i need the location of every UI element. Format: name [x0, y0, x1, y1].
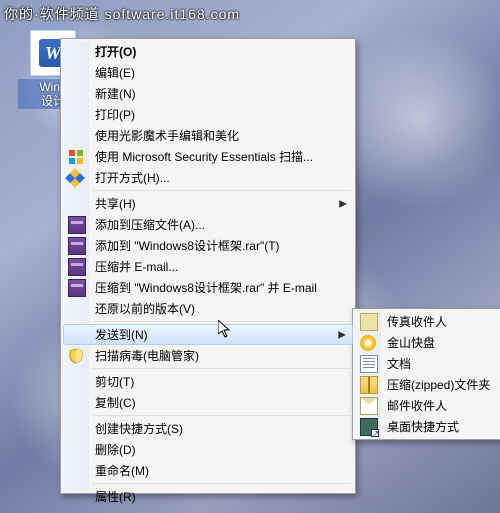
menu-item-label: 属性(R) [95, 488, 136, 505]
menu-item-print[interactable]: 打印(P) [63, 104, 353, 125]
menu-item-label: 剪切(T) [95, 373, 134, 390]
submenu-item-jinshan-disk[interactable]: 金山快盘 [355, 332, 498, 353]
menu-item-new[interactable]: 新建(N) [63, 83, 353, 104]
menu-separator [93, 415, 351, 416]
submenu-arrow-icon: ▶ [338, 329, 346, 340]
menu-item-copy[interactable]: 复制(C) [63, 392, 353, 413]
submenu-item-mail-recipient[interactable]: 邮件收件人 [355, 395, 498, 416]
zip-icon [360, 376, 378, 394]
menu-item-magic-edit[interactable]: 使用光影魔术手编辑和美化 [63, 125, 353, 146]
watermark-url: software.it168.com [105, 6, 241, 22]
submenu-item-label: 压缩(zipped)文件夹 [387, 376, 490, 393]
submenu-item-label: 桌面快捷方式 [387, 418, 459, 435]
menu-item-label: 打印(P) [95, 106, 135, 123]
menu-item-mse-scan[interactable]: 使用 Microsoft Security Essentials 扫描... [63, 146, 353, 167]
shield2-icon [68, 348, 84, 364]
menu-item-label: 删除(D) [95, 441, 136, 458]
submenu-item-desktop-shortcut[interactable]: 桌面快捷方式 [355, 416, 498, 437]
menu-item-rename[interactable]: 重命名(M) [63, 460, 353, 481]
win-icon [68, 149, 84, 165]
watermark-text: 你的·软件频道 [4, 6, 100, 22]
menu-item-scan-virus[interactable]: 扫描病毒(电脑管家) [63, 345, 353, 366]
menu-item-label: 压缩到 "Windows8设计框架.rar" 并 E-mail [95, 279, 317, 296]
menu-item-open[interactable]: 打开(O) [63, 41, 353, 62]
disk-icon [360, 335, 376, 351]
watermark: 你的·软件频道 software.it168.com [4, 4, 240, 24]
menu-item-label: 共享(H) [95, 195, 136, 212]
menu-separator [93, 321, 351, 322]
menu-item-label: 编辑(E) [95, 64, 135, 81]
mail-icon [360, 397, 378, 415]
menu-item-label: 使用光影魔术手编辑和美化 [95, 127, 239, 144]
menu-item-cut[interactable]: 剪切(T) [63, 371, 353, 392]
submenu-item-label: 传真收件人 [387, 313, 447, 330]
submenu-arrow-icon: ▶ [339, 198, 347, 209]
menu-item-label: 发送到(N) [95, 326, 148, 343]
submenu-item-fax-recipient[interactable]: 传真收件人 [355, 311, 498, 332]
menu-item-open-with[interactable]: 打开方式(H)... [63, 167, 353, 188]
menu-item-label: 添加到 "Windows8设计框架.rar"(T) [95, 237, 280, 254]
menu-item-label: 复制(C) [95, 394, 136, 411]
menu-item-label: 使用 Microsoft Security Essentials 扫描... [95, 148, 313, 165]
menu-item-properties[interactable]: 属性(R) [63, 486, 353, 507]
rar-icon [68, 279, 86, 297]
doc-icon [360, 355, 378, 373]
fax-icon [360, 313, 378, 331]
menu-item-restore-prev[interactable]: 还原以前的版本(V) [63, 298, 353, 319]
send-to-submenu[interactable]: 传真收件人金山快盘文档压缩(zipped)文件夹邮件收件人桌面快捷方式 [352, 308, 500, 440]
menu-item-label: 重命名(M) [95, 462, 149, 479]
rar-icon [68, 258, 86, 276]
submenu-item-label: 金山快盘 [387, 334, 435, 351]
menu-separator [93, 190, 351, 191]
submenu-item-documents[interactable]: 文档 [355, 353, 498, 374]
menu-item-label: 添加到压缩文件(A)... [95, 216, 205, 233]
desk-icon [360, 418, 378, 436]
menu-item-send-to[interactable]: 发送到(N) ▶ [63, 324, 353, 345]
menu-item-delete[interactable]: 删除(D) [63, 439, 353, 460]
menu-item-rar-to-email[interactable]: 压缩到 "Windows8设计框架.rar" 并 E-mail [63, 277, 353, 298]
menu-item-rar-email[interactable]: 压缩并 E-mail... [63, 256, 353, 277]
menu-item-label: 打开(O) [95, 43, 136, 60]
menu-separator [93, 483, 351, 484]
menu-separator [93, 368, 351, 369]
context-menu[interactable]: 打开(O) 编辑(E) 新建(N) 打印(P) 使用光影魔术手编辑和美化使用 Micro… [60, 38, 356, 494]
menu-item-share[interactable]: 共享(H) ▶ [63, 193, 353, 214]
rar-icon [68, 237, 86, 255]
submenu-item-label: 文档 [387, 355, 411, 372]
menu-item-label: 还原以前的版本(V) [95, 300, 195, 317]
desktop-background[interactable]: 你的·软件频道 software.it168.com W Wind 设计 打开(… [0, 0, 500, 513]
shield-icon [65, 168, 85, 188]
menu-item-label: 创建快捷方式(S) [95, 420, 183, 437]
menu-item-rar-add-to[interactable]: 添加到 "Windows8设计框架.rar"(T) [63, 235, 353, 256]
submenu-item-label: 邮件收件人 [387, 397, 447, 414]
menu-item-label: 压缩并 E-mail... [95, 258, 178, 275]
rar-icon [68, 216, 86, 234]
menu-item-edit[interactable]: 编辑(E) [63, 62, 353, 83]
menu-item-label: 打开方式(H)... [95, 169, 170, 186]
submenu-item-zipped-folder[interactable]: 压缩(zipped)文件夹 [355, 374, 498, 395]
menu-item-label: 新建(N) [95, 85, 136, 102]
menu-item-shortcut[interactable]: 创建快捷方式(S) [63, 418, 353, 439]
menu-item-label: 扫描病毒(电脑管家) [95, 347, 199, 364]
menu-item-rar-add[interactable]: 添加到压缩文件(A)... [63, 214, 353, 235]
